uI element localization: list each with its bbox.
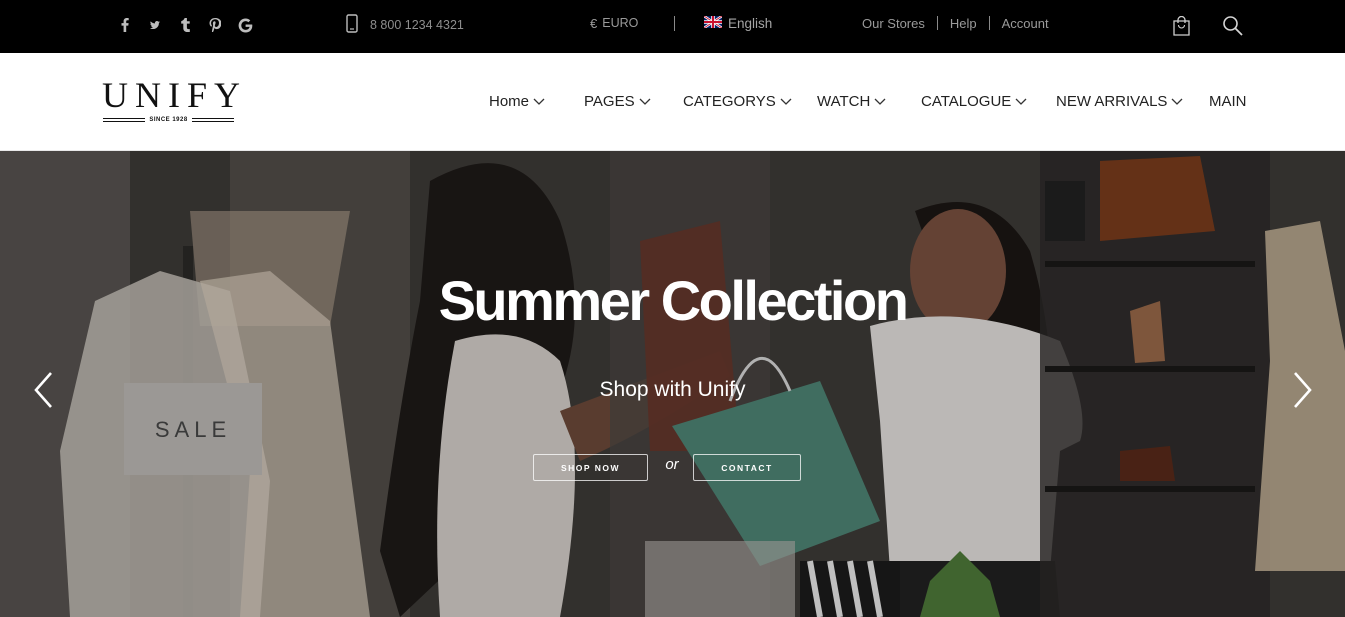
nav-item-home[interactable]: Home — [489, 93, 545, 110]
logo-since: SINCE 1928 — [149, 117, 188, 123]
language-selector[interactable]: English — [703, 13, 773, 33]
nav-label: PAGES — [584, 93, 635, 110]
help-link[interactable]: Help — [950, 16, 977, 31]
logo-tagline: SINCE 1928 — [103, 116, 235, 124]
nav-item-main[interactable]: MAIN — [1209, 93, 1247, 110]
logo[interactable]: UNIFY SINCE 1928 — [100, 75, 248, 127]
nav-label: WATCH — [817, 93, 871, 110]
facebook-icon[interactable] — [110, 15, 140, 35]
shopping-bag-icon[interactable] — [1172, 16, 1191, 36]
phone-number: 8 800 1234 4321 — [370, 18, 464, 32]
contact-button[interactable]: CONTACT — [693, 454, 801, 481]
shop-now-button[interactable]: SHOP NOW — [533, 454, 648, 481]
hero-slider: SALE Summer Collection Shop with Unify S… — [0, 151, 1345, 617]
nav-label: CATALOGUE — [921, 93, 1012, 110]
account-links: Our Stores Help Account — [862, 13, 1049, 33]
phone-contact: 8 800 1234 4321 — [346, 14, 464, 36]
google-icon[interactable] — [230, 15, 260, 35]
twitter-icon[interactable] — [140, 15, 170, 35]
social-links — [110, 15, 260, 35]
chevron-down-icon — [874, 98, 886, 105]
hero-subtitle: Shop with Unify — [599, 378, 746, 401]
slider-next-arrow-icon[interactable] — [1290, 370, 1314, 410]
nav-label: CATEGORYS — [683, 93, 776, 110]
divider — [988, 16, 990, 30]
nav-item-catalogue[interactable]: CATALOGUE — [921, 93, 1027, 110]
chevron-down-icon — [1015, 98, 1027, 105]
euro-icon: € — [590, 15, 598, 31]
logo-text: UNIFY — [102, 75, 248, 115]
nav-label: MAIN — [1209, 93, 1247, 110]
divider — [674, 16, 675, 31]
nav-item-pages[interactable]: PAGES — [584, 93, 651, 110]
sale-sign-text: SALE — [154, 417, 232, 442]
divider — [936, 16, 938, 30]
tumblr-icon[interactable] — [170, 15, 200, 35]
hero-title: Summer Collection — [438, 269, 909, 332]
currency-label: EURO — [602, 16, 639, 30]
main-header: UNIFY SINCE 1928 Home PAGES CATEGORYS WA… — [0, 53, 1345, 151]
nav-item-new-arrivals[interactable]: NEW ARRIVALS — [1056, 93, 1183, 110]
pinterest-icon[interactable] — [200, 15, 230, 35]
chevron-down-icon — [780, 98, 792, 105]
or-text: or — [665, 456, 679, 473]
nav-label: Home — [489, 93, 530, 110]
currency-selector[interactable]: € EURO — [590, 13, 638, 33]
language-label: English — [728, 15, 773, 31]
account-link[interactable]: Account — [1002, 16, 1049, 31]
chevron-down-icon — [533, 98, 545, 105]
slider-prev-arrow-icon[interactable] — [32, 370, 56, 410]
nav-item-watch[interactable]: WATCH — [817, 93, 886, 110]
nav-label: NEW ARRIVALS — [1056, 93, 1168, 110]
chevron-down-icon — [1171, 98, 1183, 105]
our-stores-link[interactable]: Our Stores — [862, 16, 925, 31]
top-bar: 8 800 1234 4321 € EURO English Our Store… — [0, 0, 1345, 53]
nav-item-categorys[interactable]: CATEGORYS — [683, 93, 792, 110]
uk-flag-icon — [703, 14, 723, 31]
mobile-phone-icon — [346, 14, 358, 36]
chevron-down-icon — [639, 98, 651, 105]
search-icon[interactable] — [1222, 15, 1244, 37]
